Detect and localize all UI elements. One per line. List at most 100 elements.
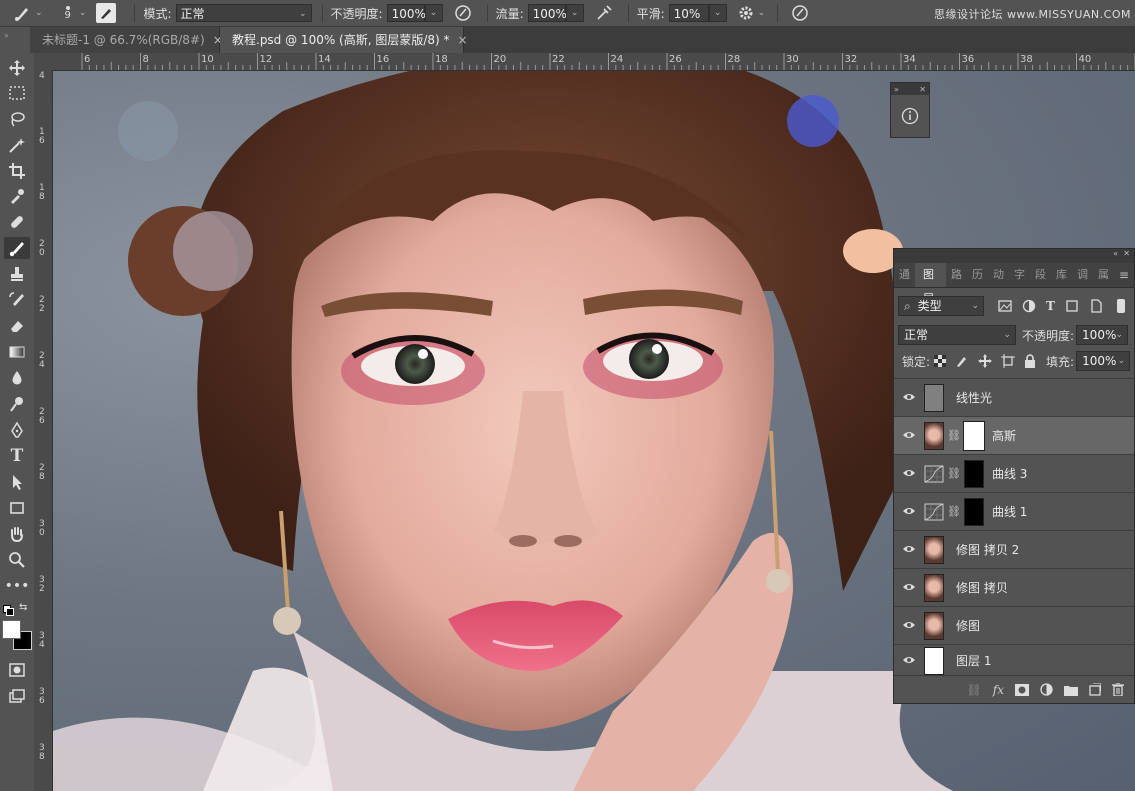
adjustment-filter-icon[interactable]	[1022, 299, 1036, 313]
zoom-tool[interactable]	[4, 549, 30, 571]
eye-icon[interactable]	[894, 543, 924, 557]
quick-mask-toggle[interactable]	[4, 659, 30, 681]
healing-brush-tool[interactable]	[4, 211, 30, 233]
info-button[interactable]	[891, 107, 929, 125]
eraser-tool[interactable]	[4, 315, 30, 337]
mode-select[interactable]: 正常 ⌄	[175, 4, 312, 22]
pressure-opacity-icon[interactable]	[453, 3, 473, 23]
layer-row[interactable]: 线性光	[894, 378, 1134, 416]
smooth-dropdown[interactable]: ⌄	[708, 4, 727, 22]
opacity-dropdown[interactable]: ⌄	[424, 4, 443, 22]
brush-size-picker[interactable]: 9	[65, 0, 71, 26]
history-brush-tool[interactable]	[4, 289, 30, 311]
flow-dropdown[interactable]: ⌄	[565, 4, 584, 22]
crop-tool[interactable]	[4, 160, 30, 182]
fill-input[interactable]: 100% ⌄	[1076, 351, 1131, 371]
collapse-icon[interactable]: «	[1113, 249, 1118, 258]
tab-untitled[interactable]: 未标题-1 @ 66.7%(RGB/8#) ×	[30, 27, 223, 53]
lock-transparency-icon[interactable]	[934, 355, 947, 367]
lasso-tool[interactable]	[4, 108, 30, 130]
lock-artboard-icon[interactable]	[1001, 354, 1016, 368]
layer-row[interactable]: ⛓ 曲线 3	[894, 454, 1134, 492]
type-tool[interactable]: T	[4, 445, 30, 467]
close-icon[interactable]: ×	[458, 33, 468, 47]
image-filter-icon[interactable]	[998, 299, 1012, 313]
gear-icon[interactable]	[737, 4, 755, 22]
layer-name[interactable]: 线性光	[956, 389, 992, 406]
flow-input[interactable]: 100%	[527, 4, 567, 22]
move-tool[interactable]	[4, 57, 30, 79]
layer-name[interactable]: 图层 1	[956, 652, 991, 669]
panel-menu-icon[interactable]: ≡	[1114, 263, 1134, 287]
layer-row[interactable]: ⛓ 曲线 1	[894, 492, 1134, 530]
link-icon[interactable]: ⛓	[947, 505, 961, 518]
tab-character[interactable]: 字	[1009, 263, 1030, 287]
eye-icon[interactable]	[894, 429, 924, 443]
tab-tutorial-psd[interactable]: 教程.psd @ 100% (高斯, 图层蒙版/8) * ×	[220, 27, 468, 53]
tab-libraries[interactable]: 库	[1051, 263, 1072, 287]
collapse-icon[interactable]: »	[894, 85, 899, 94]
dodge-tool[interactable]	[4, 393, 30, 415]
layer-mask-thumbnail[interactable]	[963, 459, 984, 488]
type-filter-icon[interactable]: T	[1046, 299, 1055, 313]
tab-paths[interactable]: 路	[946, 263, 967, 287]
tab-adjustments[interactable]: 调	[1072, 263, 1093, 287]
layer-opacity-input[interactable]: 100% ⌄	[1076, 325, 1129, 345]
layer-row[interactable]: 修图 拷贝 2	[894, 530, 1134, 568]
layer-name[interactable]: 曲线 3	[992, 465, 1027, 482]
brush-tool-preset[interactable]: ⌄	[14, 0, 43, 26]
more-tools[interactable]: •••	[4, 575, 30, 597]
smart-object-filter-icon[interactable]	[1089, 299, 1103, 313]
brush-tool[interactable]	[4, 237, 30, 259]
swap-colors-icon[interactable]: ⇆	[19, 602, 27, 613]
link-icon[interactable]: ⛓	[947, 429, 961, 442]
filter-toggle-icon[interactable]	[1116, 299, 1125, 313]
layer-row[interactable]: ⛓ 高斯	[894, 416, 1134, 454]
blend-mode-select[interactable]: 正常 ⌄	[898, 325, 1016, 345]
tab-channels[interactable]: 通	[894, 263, 915, 287]
eyedropper-tool[interactable]	[4, 185, 30, 207]
add-mask-icon[interactable]	[1015, 683, 1029, 696]
tab-properties[interactable]: 属	[1093, 263, 1114, 287]
close-icon[interactable]: ✕	[919, 85, 926, 94]
screen-mode-toggle[interactable]	[4, 685, 30, 707]
layer-mask-thumbnail[interactable]	[962, 420, 985, 451]
airbrush-icon[interactable]	[594, 3, 614, 23]
magic-wand-tool[interactable]	[4, 134, 30, 156]
shape-filter-icon[interactable]	[1065, 299, 1079, 313]
close-icon[interactable]: ✕	[1123, 249, 1130, 258]
link-icon[interactable]: ⛓	[947, 467, 961, 480]
tab-actions[interactable]: 动	[988, 263, 1009, 287]
folder-icon[interactable]	[1064, 684, 1078, 696]
foreground-color-swatch[interactable]	[2, 620, 21, 639]
chevron-down-icon[interactable]: ⌄	[758, 8, 766, 18]
layer-name[interactable]: 曲线 1	[992, 503, 1027, 520]
layer-name[interactable]: 高斯	[992, 427, 1016, 444]
layer-name[interactable]: 修图 拷贝	[956, 579, 1008, 596]
filter-kind-select[interactable]: ⌕ 类型 ⌄	[898, 296, 984, 316]
eye-icon[interactable]	[894, 654, 924, 668]
pressure-size-icon[interactable]	[790, 3, 810, 23]
hand-tool[interactable]	[4, 523, 30, 545]
tab-layers[interactable]: 图层	[915, 263, 946, 305]
new-layer-icon[interactable]	[1089, 683, 1101, 696]
default-colors-icon[interactable]	[3, 605, 14, 616]
pen-tool[interactable]	[4, 419, 30, 441]
layer-name[interactable]: 修图 拷贝 2	[956, 541, 1019, 558]
tab-history[interactable]: 历	[967, 263, 988, 287]
smooth-input[interactable]: 10%	[668, 4, 709, 22]
toolbar-collapse-icon[interactable]: »	[4, 31, 9, 40]
eye-icon[interactable]	[894, 391, 924, 405]
layer-row[interactable]: 修图 拷贝	[894, 568, 1134, 606]
layer-row[interactable]: 修图	[894, 606, 1134, 644]
clone-stamp-tool[interactable]	[4, 263, 30, 285]
layer-name[interactable]: 修图	[956, 617, 980, 634]
opacity-input[interactable]: 100%	[386, 4, 426, 22]
eye-icon[interactable]	[894, 467, 924, 481]
marquee-tool[interactable]	[4, 82, 30, 104]
path-selection-tool[interactable]	[4, 471, 30, 493]
adjustment-layer-icon[interactable]	[1040, 683, 1053, 696]
blur-tool[interactable]	[4, 367, 30, 389]
trash-icon[interactable]	[1112, 683, 1124, 696]
fx-icon[interactable]: fx	[993, 683, 1004, 697]
